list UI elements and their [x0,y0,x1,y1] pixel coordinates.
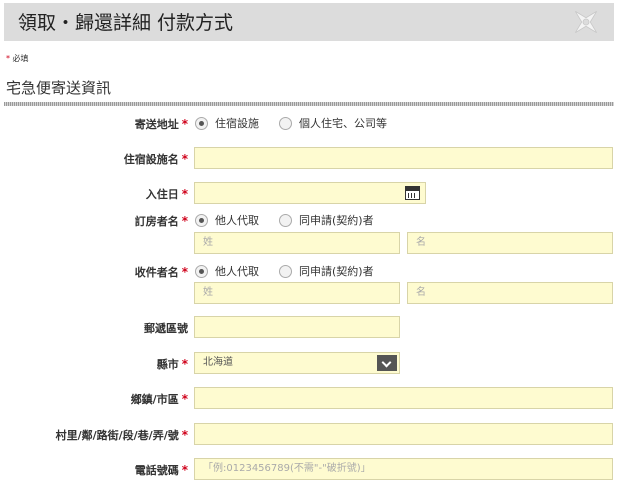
radio-button[interactable] [279,213,292,227]
radio-option-same-as-applicant[interactable]: 同申請(契約)者 [279,263,374,279]
radio-option-home[interactable]: 個人住宅、公司等 [279,115,387,131]
radio-label: 住宿設施 [215,117,259,130]
address-type-radio-group: 住宿設施 個人住宅、公司等 [195,115,407,131]
recipient-last-name-input[interactable]: 姓 [194,282,400,304]
address-type-label: 寄送地址 * [134,117,188,131]
booker-first-name-input[interactable]: 名 [407,232,613,254]
city-selected-value: 北海道 [203,357,233,368]
district-label: 鄉鎮/市區 * [130,392,188,406]
radio-button-selected[interactable] [195,213,208,227]
required-star: * [6,54,10,63]
radio-label: 個人住宅、公司等 [299,117,387,130]
postal-code-input[interactable] [194,316,400,338]
chevron-down-icon[interactable] [377,355,397,371]
radio-label: 同申請(契約)者 [299,214,374,227]
checkin-date-label: 入住日 * [145,187,188,201]
radio-option-proxy[interactable]: 他人代取 [195,263,259,279]
radio-button-selected[interactable] [195,264,208,278]
shuriken-logo-icon [575,11,597,33]
radio-button[interactable] [279,264,292,278]
street-label: 村里/鄰/路街/段/巷/弄/號 * [55,428,188,442]
page-header: 領取・歸還詳細 付款方式 [4,3,614,41]
required-note-text: 必填 [12,54,29,63]
street-input[interactable] [194,423,613,445]
recipient-name-radio-group: 他人代取 同申請(契約)者 [195,263,394,279]
radio-option-same-as-applicant[interactable]: 同申請(契約)者 [279,212,374,228]
radio-button-selected[interactable] [195,116,208,130]
section-divider [4,102,614,106]
checkin-date-input[interactable] [194,182,426,204]
radio-label: 他人代取 [215,214,259,227]
page-title: 領取・歸還詳細 付款方式 [18,12,234,34]
calendar-icon[interactable] [405,186,420,200]
district-input[interactable] [194,387,613,409]
radio-label: 同申請(契約)者 [299,265,374,278]
section-title: 宅急便寄送資訊 [6,79,112,97]
required-note: * 必填 [6,53,29,64]
booker-name-label: 訂房者名 * [134,214,188,228]
radio-button[interactable] [279,116,292,130]
recipient-first-name-input[interactable]: 名 [407,282,613,304]
radio-option-facility[interactable]: 住宿設施 [195,115,259,131]
radio-option-proxy[interactable]: 他人代取 [195,212,259,228]
facility-name-input[interactable] [194,147,613,169]
booker-name-radio-group: 他人代取 同申請(契約)者 [195,212,394,228]
radio-label: 他人代取 [215,265,259,278]
booker-last-name-input[interactable]: 姓 [194,232,400,254]
facility-name-label: 住宿設施名 * [123,152,188,166]
recipient-name-label: 收件者名 * [134,265,188,279]
city-select[interactable]: 北海道 [194,352,400,374]
postal-code-label: 郵遞區號 [144,322,188,335]
city-label: 縣市 * [156,357,188,371]
phone-input[interactable]: 「例:0123456789(不需"-"破折號)」 [194,458,613,480]
phone-label: 電話號碼 * [134,463,188,477]
